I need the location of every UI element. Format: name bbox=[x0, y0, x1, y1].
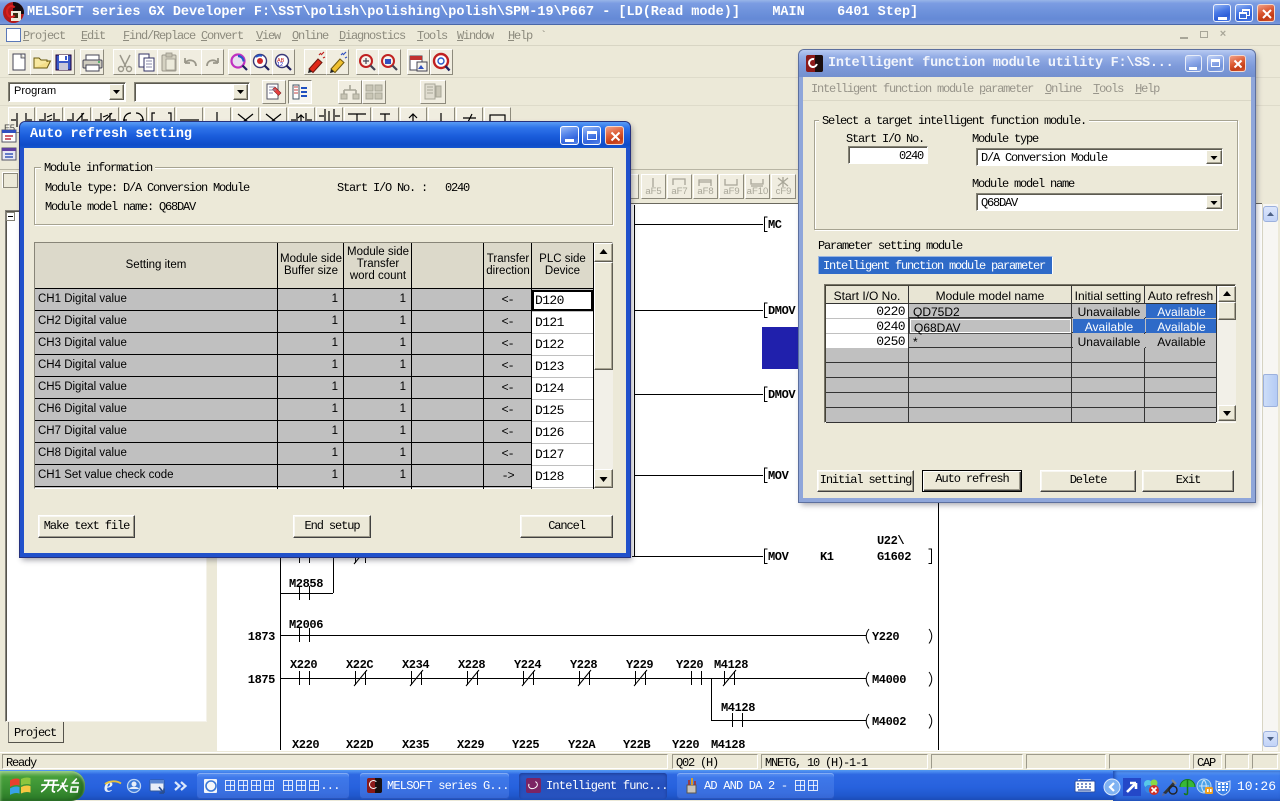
svg-text:M2858: M2858 bbox=[289, 577, 323, 591]
svg-text:MC: MC bbox=[768, 218, 782, 232]
svg-text:MOV: MOV bbox=[768, 469, 790, 483]
svg-text:U22\: U22\ bbox=[877, 534, 904, 548]
svg-text:Y220: Y220 bbox=[872, 630, 899, 644]
svg-text:M4000: M4000 bbox=[872, 673, 906, 687]
svg-text:Y220: Y220 bbox=[672, 738, 699, 751]
svg-text:M4128: M4128 bbox=[721, 701, 755, 715]
svg-text:Y225: Y225 bbox=[512, 738, 539, 751]
svg-text:Y228: Y228 bbox=[570, 658, 597, 672]
svg-text:e: e bbox=[104, 775, 113, 797]
svg-text:M4128: M4128 bbox=[714, 658, 748, 672]
svg-text:M2006: M2006 bbox=[289, 618, 323, 632]
svg-text:1873: 1873 bbox=[248, 630, 275, 644]
svg-text:1875: 1875 bbox=[248, 673, 275, 687]
svg-text:M4128: M4128 bbox=[711, 738, 745, 751]
svg-text:X22C: X22C bbox=[346, 658, 373, 672]
svg-text:X234: X234 bbox=[402, 658, 429, 672]
svg-text:DMOV: DMOV bbox=[768, 304, 796, 318]
svg-text:Y224: Y224 bbox=[514, 658, 541, 672]
svg-text:MOV: MOV bbox=[768, 550, 790, 564]
svg-text:X220: X220 bbox=[292, 738, 319, 751]
svg-text:Y220: Y220 bbox=[676, 658, 703, 672]
svg-text:Y22B: Y22B bbox=[623, 738, 650, 751]
svg-text:G1602: G1602 bbox=[877, 550, 911, 564]
svg-text:X22D: X22D bbox=[346, 738, 373, 751]
svg-text:Y229: Y229 bbox=[626, 658, 653, 672]
svg-text:Y22A: Y22A bbox=[568, 738, 596, 751]
svg-text:X220: X220 bbox=[290, 658, 317, 672]
svg-text:X229: X229 bbox=[457, 738, 484, 751]
svg-text:X228: X228 bbox=[458, 658, 485, 672]
svg-text:M4002: M4002 bbox=[872, 715, 906, 729]
svg-text:DMOV: DMOV bbox=[768, 388, 796, 402]
svg-text:K1: K1 bbox=[820, 550, 834, 564]
svg-text:X235: X235 bbox=[402, 738, 429, 751]
svg-text:12: 12 bbox=[277, 62, 283, 68]
